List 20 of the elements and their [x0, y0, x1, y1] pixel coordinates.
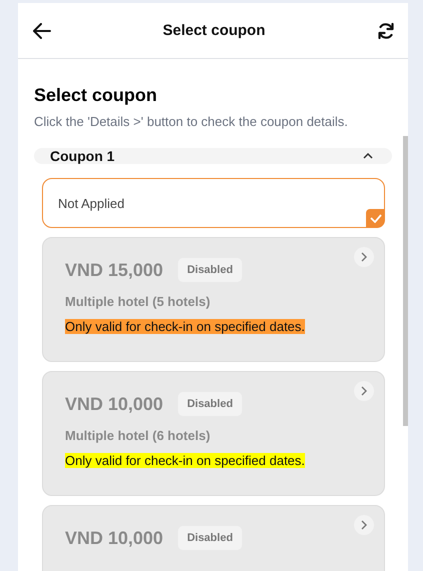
coupon-amount: VND 10,000 — [65, 394, 164, 414]
coupon-scope: Multiple hotel (6 hotels) — [65, 428, 212, 443]
hint-text: Click the 'Details >' button to check the coupon details. — [34, 113, 349, 131]
coupon-amount: VND 15,000 — [65, 260, 164, 280]
status-badge: Disabled — [178, 258, 242, 282]
coupon-scope: Multiple hotel (5 hotels) — [65, 294, 212, 309]
scrollbar-thumb[interactable] — [403, 136, 408, 426]
refresh-icon[interactable] — [377, 22, 395, 40]
option-label: Not Applied — [58, 196, 124, 210]
back-icon[interactable] — [33, 22, 51, 38]
page-title: Select coupon — [162, 22, 266, 39]
status-badge: Disabled — [178, 526, 242, 550]
status-badge: Disabled — [178, 392, 242, 416]
coupon-amount: VND 10,000 — [65, 528, 164, 548]
accordion-header[interactable]: Coupon 1 — [34, 148, 392, 164]
section-heading: Select coupon — [34, 84, 158, 107]
highlighted-note: Only valid for check-in on specified dates. — [65, 319, 305, 334]
highlighted-note: Only valid for check-in on specified dates. — [65, 453, 305, 468]
checkmark-icon — [366, 209, 385, 228]
coupon-option[interactable]: Not Applied — [42, 178, 385, 228]
